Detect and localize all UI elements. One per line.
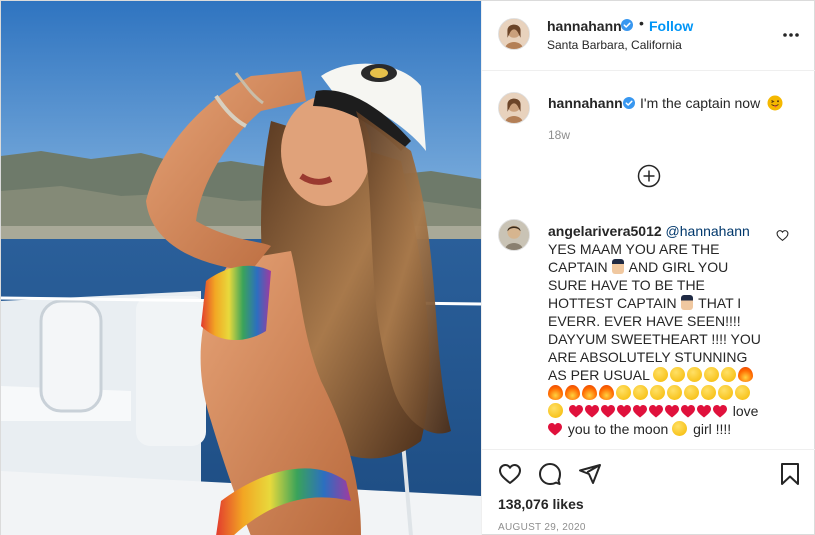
author-username[interactable]: hannahann <box>547 18 622 34</box>
post-actions: 138,076 likes AUGUST 29, 2020 <box>482 449 815 535</box>
kissing-face-emoji-icon <box>735 385 750 400</box>
star-struck-emoji-icon <box>670 367 686 382</box>
likes-count: 138,076 <box>498 496 549 512</box>
likes-label: likes <box>552 496 584 512</box>
red-heart-emoji-icon <box>616 405 631 418</box>
post-location[interactable]: Santa Barbara, California <box>547 38 682 52</box>
tongue-out-emoji-icon <box>767 95 783 111</box>
kissing-face-emoji-icon <box>548 403 563 418</box>
commenter-avatar[interactable] <box>498 219 530 251</box>
comment-text-part: love <box>732 403 759 419</box>
red-heart-emoji-icon <box>696 405 711 418</box>
caption-timestamp[interactable]: 18w <box>548 128 570 142</box>
kissing-face-emoji-icon <box>633 385 648 400</box>
more-options-icon[interactable] <box>781 25 801 45</box>
comment-like-heart-icon[interactable] <box>776 229 789 242</box>
separator-dot: • <box>639 15 644 31</box>
star-struck-emoji-icon <box>653 367 669 382</box>
red-heart-emoji-icon <box>712 405 727 418</box>
comment-bubble-icon[interactable] <box>538 462 562 486</box>
instagram-post: hannahann • Follow Santa Barbara, Califo… <box>0 0 815 535</box>
red-heart-emoji-icon <box>664 405 679 418</box>
author-avatar[interactable] <box>498 18 530 50</box>
kissing-face-emoji-icon <box>684 385 699 400</box>
red-heart-emoji-icon <box>568 405 583 418</box>
verified-badge-icon <box>621 19 633 31</box>
caption-avatar[interactable] <box>498 92 530 124</box>
police-officer-emoji-icon <box>611 259 624 274</box>
star-struck-emoji-icon <box>687 367 703 382</box>
fire-emoji-icon <box>738 367 754 382</box>
comment-text-part: you to the moon <box>567 421 669 437</box>
post-date[interactable]: AUGUST 29, 2020 <box>498 522 586 533</box>
photo-illustration <box>1 1 481 535</box>
fire-emoji-icon <box>565 385 580 400</box>
save-bookmark-icon[interactable] <box>778 462 802 486</box>
red-heart-emoji-icon <box>584 405 599 418</box>
kissing-face-emoji-icon <box>650 385 665 400</box>
follow-button[interactable]: Follow <box>649 18 693 34</box>
comment-text-part: girl !!!! <box>693 421 732 437</box>
post-header: hannahann • Follow Santa Barbara, Califo… <box>482 1 815 71</box>
kissing-face-emoji-icon <box>718 385 733 400</box>
red-heart-emoji-icon <box>600 405 615 418</box>
red-heart-emoji-icon <box>632 405 647 418</box>
like-heart-icon[interactable] <box>498 462 522 486</box>
kissing-face-emoji-icon <box>616 385 631 400</box>
comment-mention[interactable]: @hannahann <box>666 223 750 239</box>
police-officer-emoji-icon <box>680 295 693 310</box>
red-heart-emoji-icon <box>648 405 663 418</box>
fire-emoji-icon <box>599 385 614 400</box>
comments-scroll-area[interactable]: hannahann I'm the captain now 18w angela… <box>482 71 815 449</box>
star-struck-emoji-icon <box>721 367 737 382</box>
load-more-comments-icon[interactable] <box>637 164 661 188</box>
comment-body: angelarivera5012 @hannahann YES MAAM YOU… <box>548 222 766 438</box>
caption-username[interactable]: hannahann <box>548 95 623 111</box>
red-heart-emoji-icon <box>548 423 562 436</box>
star-struck-emoji-icon <box>704 367 720 382</box>
likes-counter[interactable]: 138,076 likes <box>498 496 584 512</box>
share-paper-plane-icon[interactable] <box>578 462 602 486</box>
post-photo[interactable] <box>1 1 481 535</box>
kissing-face-emoji-icon <box>667 385 682 400</box>
fire-emoji-icon <box>548 385 563 400</box>
kissing-face-emoji-icon <box>701 385 716 400</box>
caption-text: I'm the captain now <box>640 95 761 111</box>
verified-badge-icon <box>623 97 635 109</box>
commenter-username[interactable]: angelarivera5012 <box>548 223 662 239</box>
post-side-panel: hannahann • Follow Santa Barbara, Califo… <box>481 1 815 535</box>
kissing-face-emoji-icon <box>672 421 688 436</box>
red-heart-emoji-icon <box>680 405 695 418</box>
fire-emoji-icon <box>582 385 597 400</box>
